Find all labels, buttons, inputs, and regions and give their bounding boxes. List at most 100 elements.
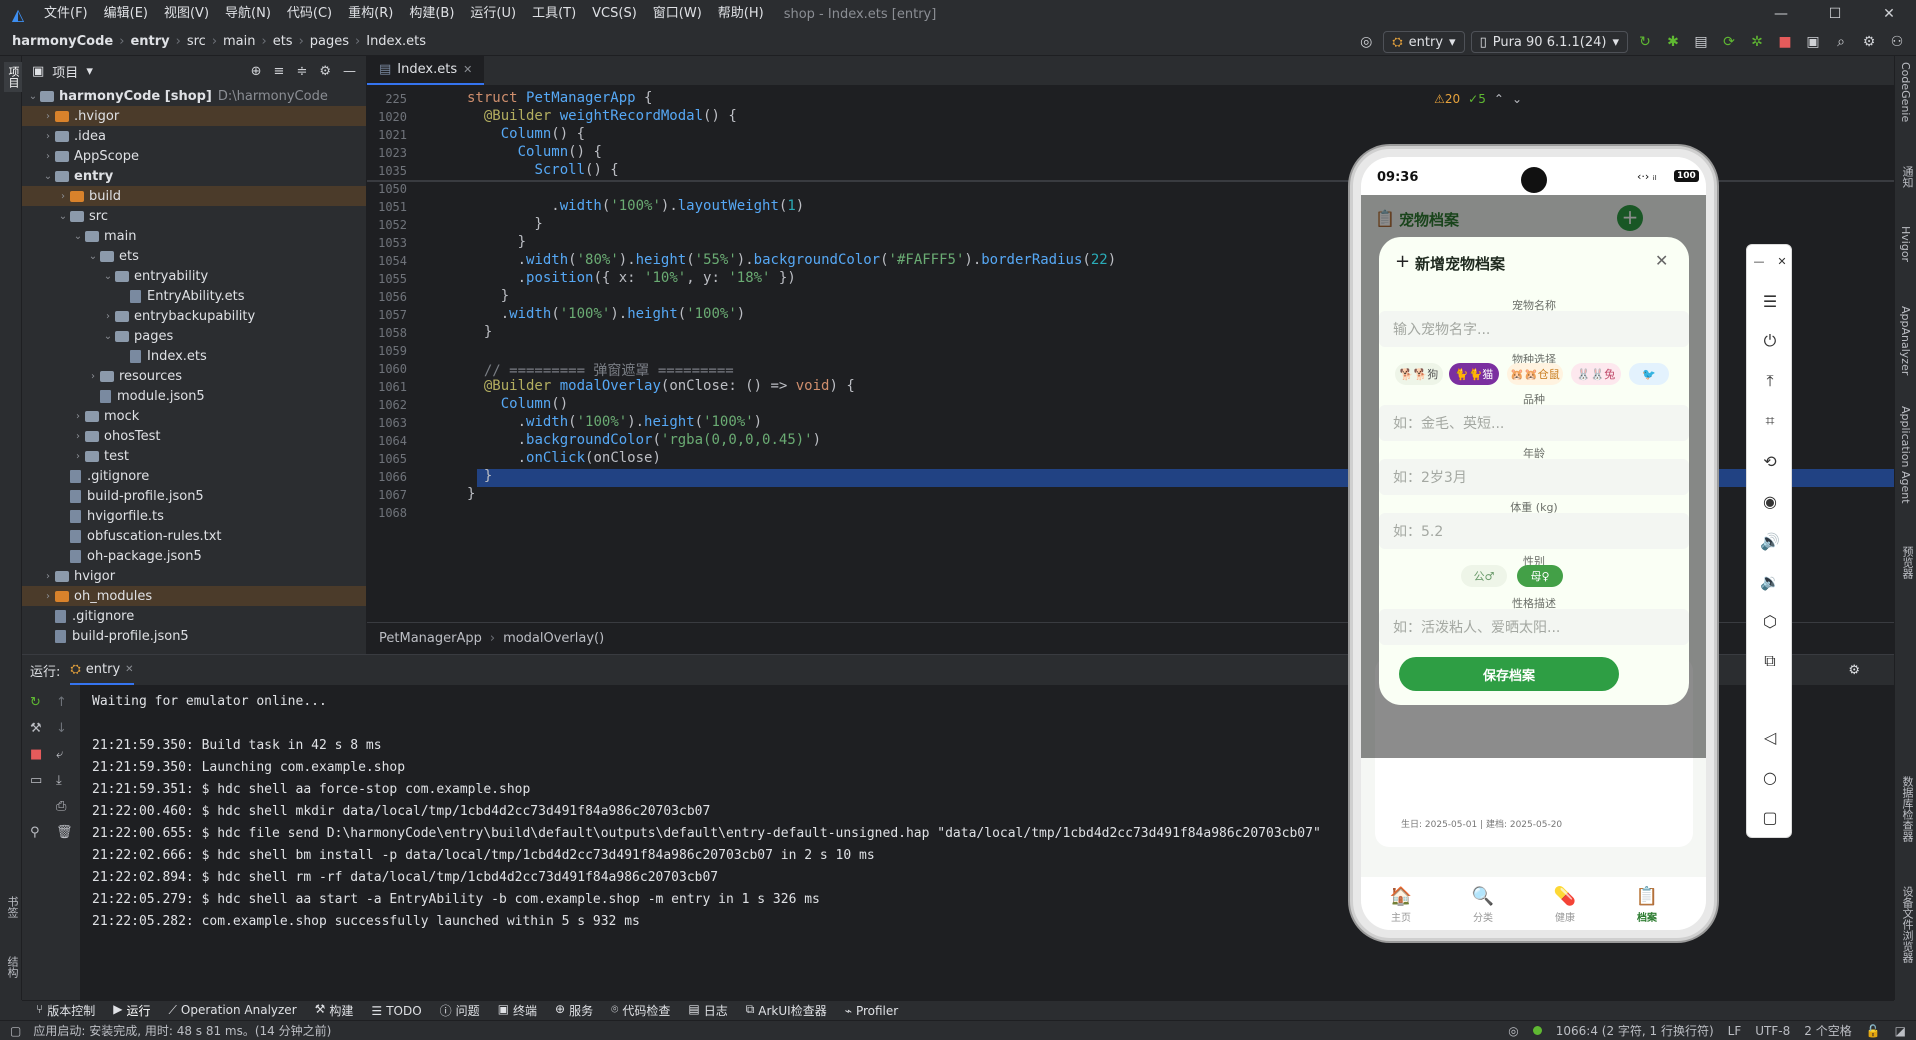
crumb-method[interactable]: modalOverlay() — [503, 631, 604, 646]
breadcrumb-item[interactable]: harmonyCode — [12, 34, 113, 49]
menu-item-8[interactable]: 工具(T) — [524, 0, 584, 28]
tool-tab-2[interactable]: ⟋ Operation Analyzer — [168, 1003, 296, 1018]
device-manager-icon[interactable]: ▣ — [1802, 31, 1824, 53]
tree-item[interactable]: ⌄ ets — [22, 246, 366, 266]
tree-item[interactable]: › mock — [22, 406, 366, 426]
chevron-right-icon[interactable]: › — [101, 311, 115, 322]
tree-item[interactable]: .gitignore — [22, 606, 366, 626]
breadcrumb-item[interactable]: pages — [310, 34, 349, 49]
tree-item[interactable]: ⌄ harmonyCode [shop] D:\harmonyCode — [22, 86, 366, 106]
breed-input[interactable]: 如：金毛、英短... — [1379, 405, 1689, 441]
chevron-right-icon[interactable]: › — [41, 571, 55, 582]
close-icon[interactable]: ✕ — [1777, 255, 1786, 268]
chevron-right-icon[interactable]: › — [86, 371, 100, 382]
menu-item-4[interactable]: 代码(C) — [279, 0, 340, 28]
profile-icon[interactable]: ✲ — [1746, 31, 1768, 53]
recents-icon[interactable]: ▢ — [1747, 801, 1793, 833]
stop-icon[interactable]: ■ — [1774, 31, 1796, 53]
menu-item-10[interactable]: 窗口(W) — [645, 0, 710, 28]
multi-device-icon[interactable]: ⧉ — [1747, 645, 1793, 677]
scroll-end-icon[interactable]: ⤓ — [56, 773, 62, 788]
apply-changes-icon[interactable]: ⟳ — [1718, 31, 1740, 53]
settings-gear-icon[interactable]: ⚙ — [1858, 31, 1880, 53]
chevron-right-icon[interactable]: › — [41, 111, 55, 122]
arrow-up-icon[interactable]: ↑ — [56, 695, 67, 710]
tree-item[interactable]: build-profile.json5 — [22, 486, 366, 506]
species-dog[interactable]: 🐕🐕狗 — [1395, 363, 1443, 385]
tree-item[interactable]: › .hvigor — [22, 106, 366, 126]
minimize-icon[interactable]: — — [1753, 255, 1764, 268]
nav-health[interactable]: 💊 健康 — [1535, 885, 1595, 924]
search-icon[interactable]: ⌕ — [1830, 31, 1852, 53]
tree-item[interactable]: › oh_modules — [22, 586, 366, 606]
target-icon[interactable]: ◎ — [1355, 31, 1377, 53]
species-rabbit[interactable]: 🐰🐰兔 — [1571, 363, 1621, 385]
soft-wrap-icon[interactable]: ⤶ — [56, 747, 63, 762]
tree-item[interactable]: ⌄ pages — [22, 326, 366, 346]
tree-item[interactable]: module.json5 — [22, 386, 366, 406]
tab-index-ets[interactable]: ▤ Index.ets ✕ — [367, 55, 485, 85]
chevron-right-icon[interactable]: › — [56, 191, 70, 202]
chevron-right-icon[interactable]: › — [71, 431, 85, 442]
menu-item-5[interactable]: 重构(R) — [340, 0, 401, 28]
status-message[interactable]: 应用启动: 安装完成, 用时: 48 s 81 ms。(14 分钟之前) — [33, 1022, 331, 1039]
layout-icon[interactable]: ▭ — [30, 773, 42, 788]
tool-tab-3[interactable]: ⚒ 构建 — [315, 1002, 354, 1019]
account-icon[interactable]: ⚇ — [1886, 31, 1908, 53]
project-title[interactable]: 项目 — [52, 62, 78, 81]
age-input[interactable]: 如：2岁3月 — [1379, 459, 1689, 495]
debug-icon[interactable]: ✱ — [1662, 31, 1684, 53]
close-modal-icon[interactable]: ✕ — [1655, 251, 1668, 270]
crumb-struct[interactable]: PetManagerApp — [379, 631, 482, 646]
right-tool-5[interactable]: 预览器 — [1899, 546, 1915, 579]
chevron-right-icon[interactable]: › — [41, 591, 55, 602]
tree-item[interactable]: obfuscation-rules.txt — [22, 526, 366, 546]
pin-top-icon[interactable]: ⤒ — [1747, 365, 1793, 397]
save-button[interactable]: 保存档案 — [1399, 657, 1619, 691]
menu-item-3[interactable]: 导航(N) — [217, 0, 279, 28]
chevron-right-icon[interactable]: › — [41, 151, 55, 162]
tree-item[interactable]: › entrybackupability — [22, 306, 366, 326]
print-icon[interactable]: ⎙ — [56, 799, 66, 814]
close-tab-icon[interactable]: ✕ — [463, 63, 472, 76]
tree-item[interactable]: ⌄ main — [22, 226, 366, 246]
chevron-down-icon[interactable]: ▾ — [86, 64, 93, 79]
tool-tab-1[interactable]: ▶ 运行 — [113, 1002, 150, 1019]
menu-item-1[interactable]: 编辑(E) — [96, 0, 156, 28]
arrow-down-icon[interactable]: ↓ — [56, 721, 67, 736]
hide-icon[interactable]: — — [343, 64, 356, 79]
tree-item[interactable]: › ohosTest — [22, 426, 366, 446]
tree-item[interactable]: .gitignore — [22, 466, 366, 486]
right-tool-0[interactable]: CodeGenie — [1899, 62, 1912, 122]
right-tool-7[interactable]: 设备文件浏览器 — [1899, 886, 1915, 963]
menu-item-11[interactable]: 帮助(H) — [710, 0, 772, 28]
rerun-icon[interactable]: ↻ — [1634, 31, 1656, 53]
tool-bookmarks[interactable]: 书签 — [4, 896, 20, 918]
breadcrumb-item[interactable]: main — [223, 34, 255, 49]
chevron-right-icon[interactable]: › — [71, 451, 85, 462]
chevron-down-icon[interactable]: ⌄ — [101, 331, 115, 342]
tree-item[interactable]: oh-package.json5 — [22, 546, 366, 566]
locate-icon[interactable]: ⊕ — [251, 64, 262, 79]
wrench-icon[interactable]: ⚒ — [30, 721, 42, 736]
tree-item[interactable]: hvigorfile.ts — [22, 506, 366, 526]
file-encoding[interactable]: UTF-8 — [1755, 1024, 1790, 1038]
tool-tab-10[interactable]: ⧉ ArkUI检查器 — [746, 1002, 827, 1019]
tree-item[interactable]: › .idea — [22, 126, 366, 146]
pet-name-input[interactable]: 输入宠物名字... — [1379, 311, 1689, 347]
volume-down-icon[interactable]: 🔉 — [1747, 565, 1793, 597]
module-selector[interactable]: ⛭ entry ▾ — [1383, 31, 1465, 53]
tool-tab-9[interactable]: ▤ 日志 — [688, 1002, 727, 1019]
maximize-icon[interactable]: ☐ — [1808, 0, 1862, 28]
tree-item[interactable]: Index.ets — [22, 346, 366, 366]
tree-item[interactable]: ⌄ src — [22, 206, 366, 226]
weight-input[interactable]: 如：5.2 — [1379, 513, 1689, 549]
tool-structure[interactable]: 结构 — [4, 956, 20, 978]
collapse-all-icon[interactable]: ≑ — [296, 64, 307, 79]
tool-tab-7[interactable]: ⊕ 服务 — [555, 1002, 593, 1019]
attach-icon[interactable]: ▤ — [1690, 31, 1712, 53]
tree-item[interactable]: ⌄ entry — [22, 166, 366, 186]
menu-icon[interactable]: ☰ — [1747, 285, 1793, 317]
tree-item[interactable]: EntryAbility.ets — [22, 286, 366, 306]
indent-setting[interactable]: 2 个空格 — [1804, 1022, 1851, 1039]
